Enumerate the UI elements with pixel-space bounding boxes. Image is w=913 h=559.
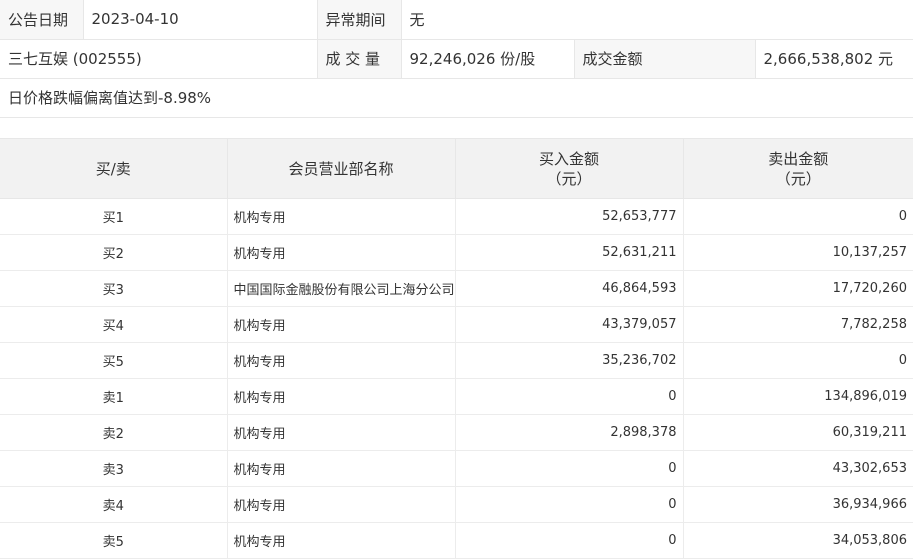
info-row-reason: 日价格跌幅偏离值达到-8.98% <box>0 78 913 117</box>
header-side: 买/卖 <box>0 139 227 199</box>
row-side: 买2 <box>0 235 227 271</box>
row-broker: 机构专用 <box>227 235 455 271</box>
header-sell-amount: 卖出金额 （元） <box>683 139 913 199</box>
header-buy-amount-unit: （元） <box>456 169 683 189</box>
abnormal-period-value: 无 <box>401 0 913 39</box>
row-sell-amount: 34,053,806 <box>683 523 913 559</box>
turnover-value: 2,666,538,802 元 <box>755 39 913 78</box>
row-buy-amount: 52,653,777 <box>455 199 683 235</box>
row-side: 买4 <box>0 307 227 343</box>
row-buy-amount: 0 <box>455 523 683 559</box>
header-buy-amount-label: 买入金额 <box>456 149 683 169</box>
row-broker: 机构专用 <box>227 451 455 487</box>
table-row: 卖5 机构专用 0 34,053,806 <box>0 523 913 559</box>
row-sell-amount: 10,137,257 <box>683 235 913 271</box>
table-row: 买1 机构专用 52,653,777 0 <box>0 199 913 235</box>
row-sell-amount: 7,782,258 <box>683 307 913 343</box>
table-row: 卖4 机构专用 0 36,934,966 <box>0 487 913 523</box>
info-row-date: 公告日期 2023-04-10 异常期间 无 <box>0 0 913 39</box>
volume-value: 92,246,026 份/股 <box>401 39 574 78</box>
volume-label: 成 交 量 <box>317 39 401 78</box>
row-sell-amount: 17,720,260 <box>683 271 913 307</box>
row-broker: 机构专用 <box>227 199 455 235</box>
row-side: 买1 <box>0 199 227 235</box>
stock-name: 三七互娱 (002555) <box>0 39 317 78</box>
announce-date-value: 2023-04-10 <box>83 0 317 39</box>
announce-date-label: 公告日期 <box>0 0 83 39</box>
row-broker: 机构专用 <box>227 415 455 451</box>
row-broker: 机构专用 <box>227 379 455 415</box>
row-buy-amount: 2,898,378 <box>455 415 683 451</box>
row-side: 买5 <box>0 343 227 379</box>
row-buy-amount: 52,631,211 <box>455 235 683 271</box>
row-side: 卖2 <box>0 415 227 451</box>
turnover-label: 成交金额 <box>574 39 755 78</box>
row-buy-amount: 35,236,702 <box>455 343 683 379</box>
row-sell-amount: 43,302,653 <box>683 451 913 487</box>
table-row: 买3 中国国际金融股份有限公司上海分公司 46,864,593 17,720,2… <box>0 271 913 307</box>
row-sell-amount: 0 <box>683 343 913 379</box>
table-row: 卖1 机构专用 0 134,896,019 <box>0 379 913 415</box>
row-broker: 机构专用 <box>227 307 455 343</box>
row-buy-amount: 0 <box>455 487 683 523</box>
listing-reason: 日价格跌幅偏离值达到-8.98% <box>0 78 913 117</box>
row-buy-amount: 43,379,057 <box>455 307 683 343</box>
info-table: 公告日期 2023-04-10 异常期间 无 三七互娱 (002555) 成 交… <box>0 0 913 118</box>
info-row-stock: 三七互娱 (002555) 成 交 量 92,246,026 份/股 成交金额 … <box>0 39 913 78</box>
abnormal-period-label: 异常期间 <box>317 0 401 39</box>
row-side: 卖1 <box>0 379 227 415</box>
row-side: 买3 <box>0 271 227 307</box>
row-broker: 机构专用 <box>227 343 455 379</box>
header-sell-amount-label: 卖出金额 <box>684 149 913 169</box>
row-sell-amount: 60,319,211 <box>683 415 913 451</box>
row-buy-amount: 0 <box>455 379 683 415</box>
row-side: 卖4 <box>0 487 227 523</box>
header-sell-amount-unit: （元） <box>684 169 913 189</box>
table-row: 买4 机构专用 43,379,057 7,782,258 <box>0 307 913 343</box>
row-buy-amount: 46,864,593 <box>455 271 683 307</box>
header-broker: 会员营业部名称 <box>227 139 455 199</box>
row-buy-amount: 0 <box>455 451 683 487</box>
header-buy-amount: 买入金额 （元） <box>455 139 683 199</box>
row-sell-amount: 0 <box>683 199 913 235</box>
row-sell-amount: 36,934,966 <box>683 487 913 523</box>
table-row: 卖3 机构专用 0 43,302,653 <box>0 451 913 487</box>
table-row: 卖2 机构专用 2,898,378 60,319,211 <box>0 415 913 451</box>
trading-detail-table: 买/卖 会员营业部名称 买入金额 （元） 卖出金额 （元） 买1 机构专用 52… <box>0 138 913 559</box>
table-header-row: 买/卖 会员营业部名称 买入金额 （元） 卖出金额 （元） <box>0 139 913 199</box>
table-row: 买5 机构专用 35,236,702 0 <box>0 343 913 379</box>
row-side: 卖5 <box>0 523 227 559</box>
table-row: 买2 机构专用 52,631,211 10,137,257 <box>0 235 913 271</box>
row-broker: 机构专用 <box>227 487 455 523</box>
row-sell-amount: 134,896,019 <box>683 379 913 415</box>
row-broker: 机构专用 <box>227 523 455 559</box>
row-broker: 中国国际金融股份有限公司上海分公司 <box>227 271 455 307</box>
row-side: 卖3 <box>0 451 227 487</box>
